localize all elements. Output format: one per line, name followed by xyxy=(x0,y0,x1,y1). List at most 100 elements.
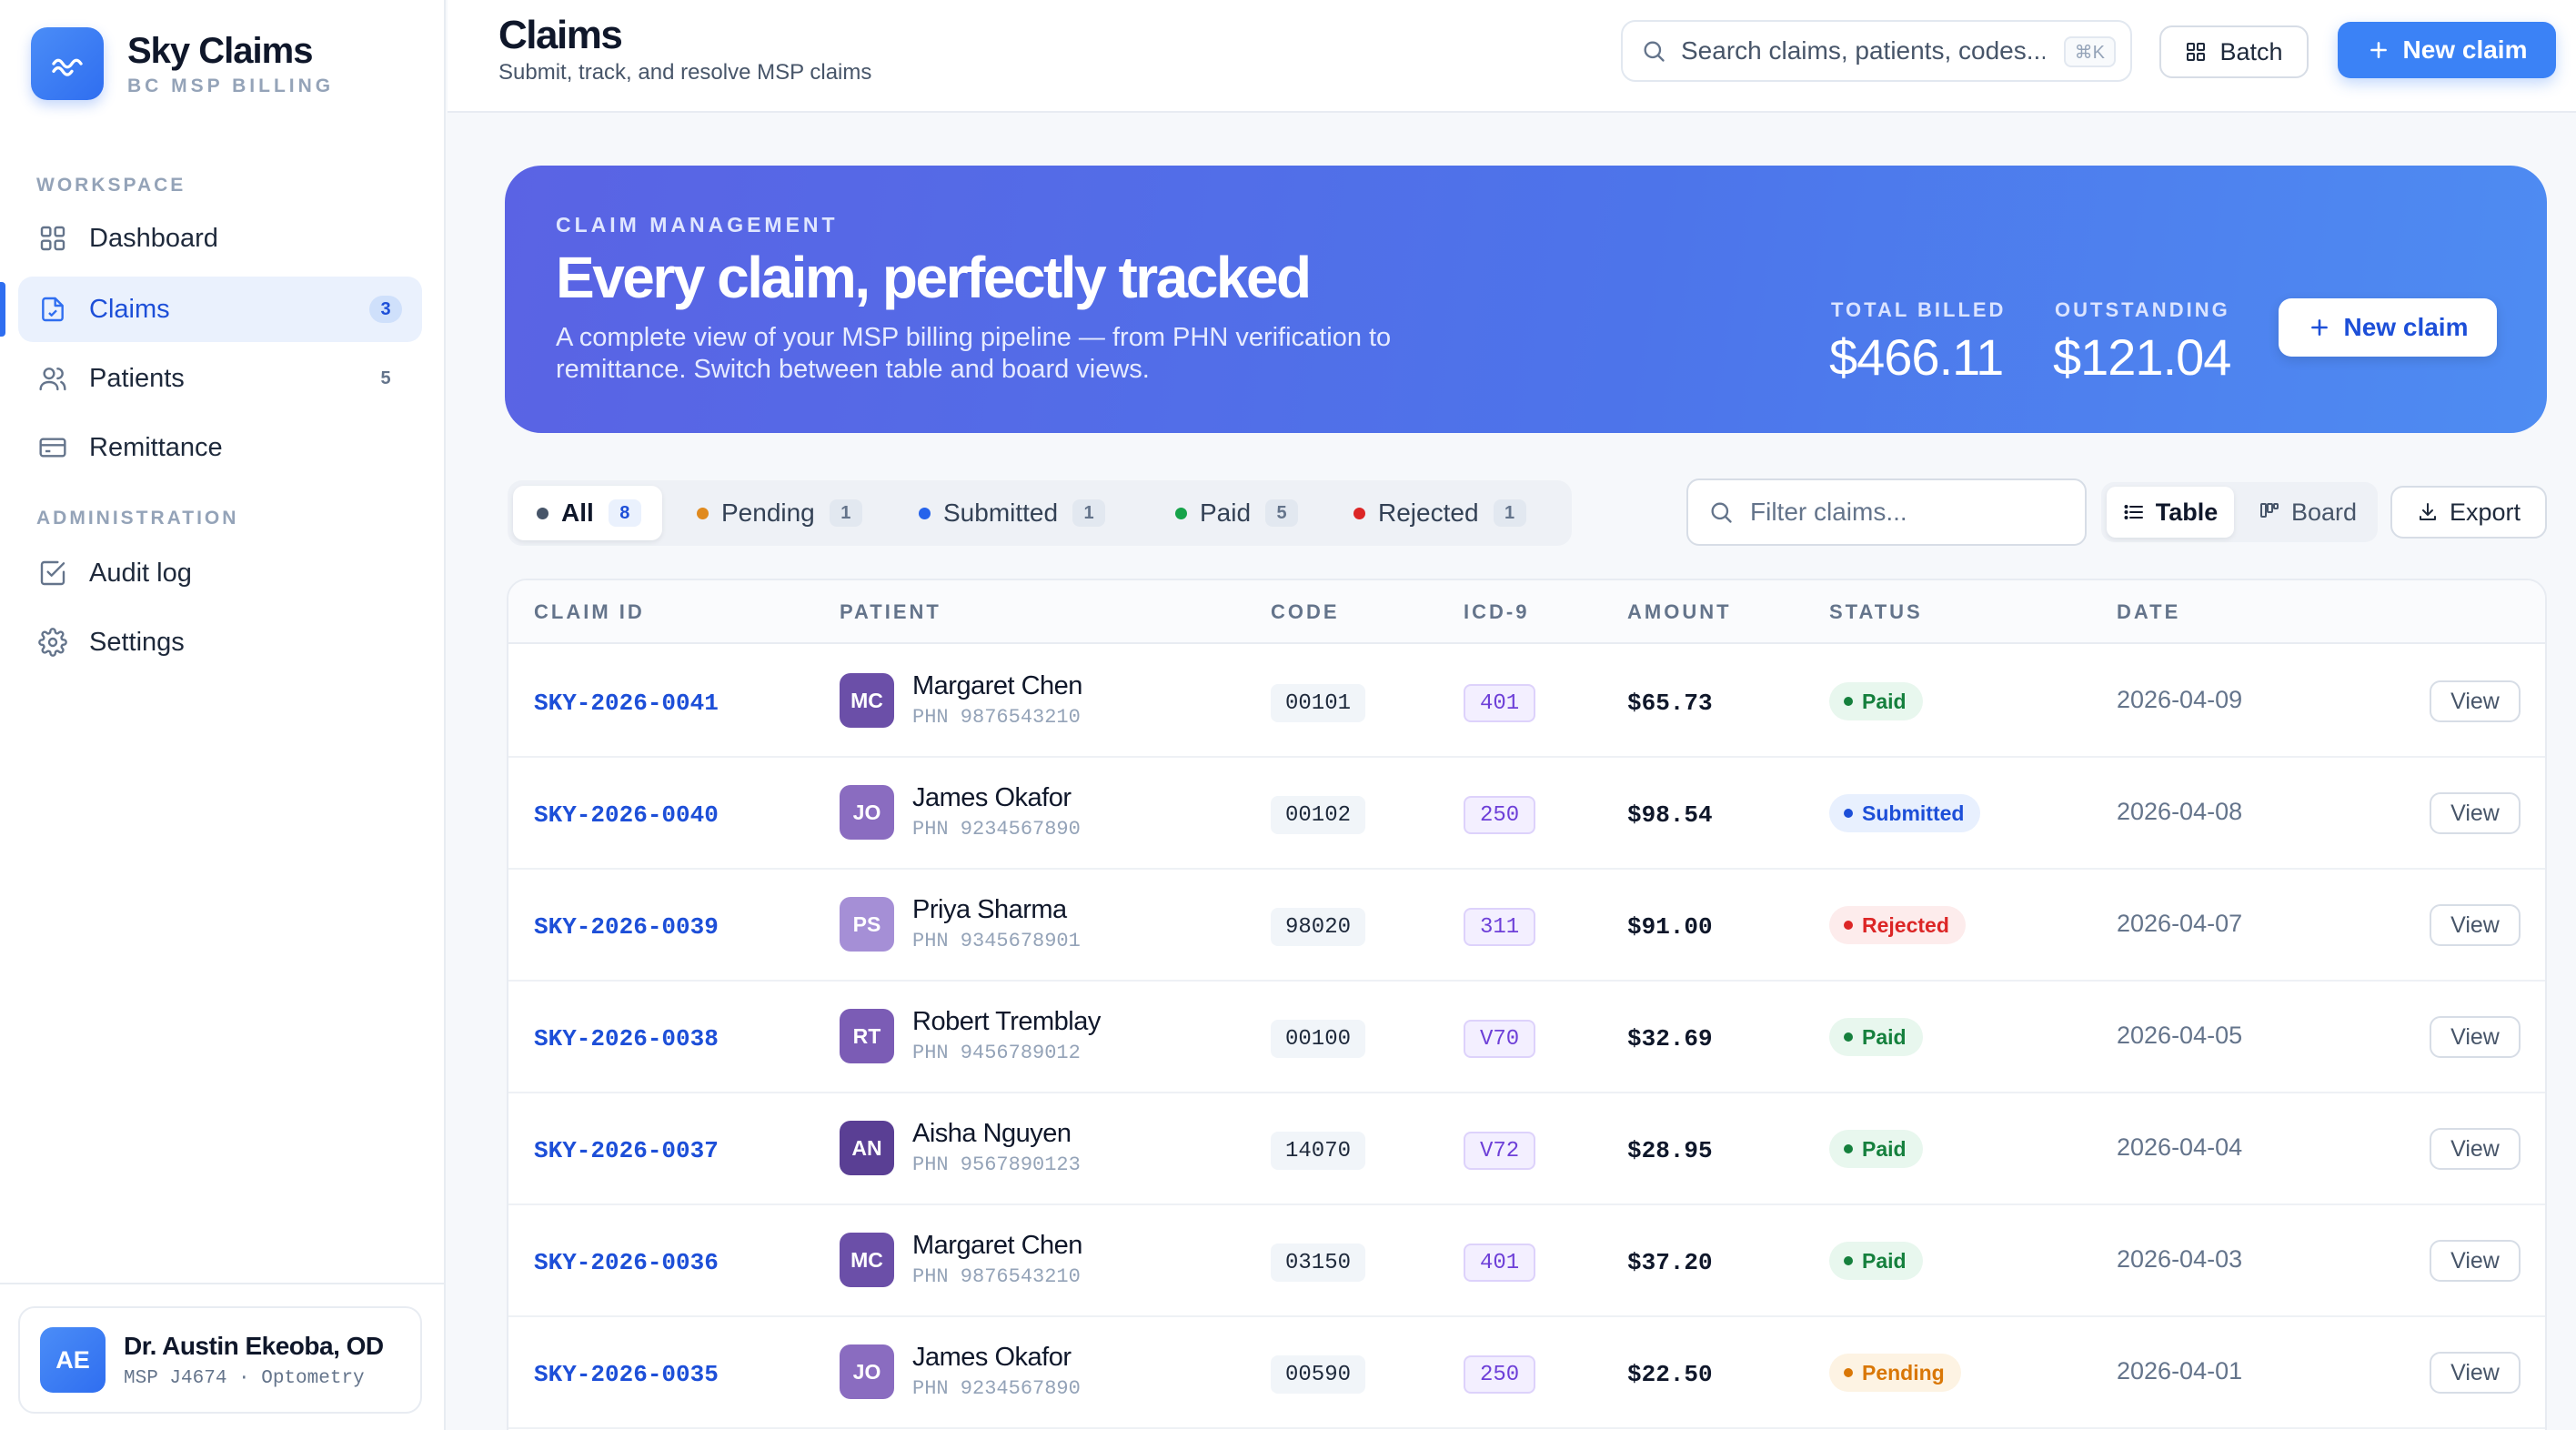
filter-claims-input[interactable]: Filter claims... xyxy=(1686,478,2087,546)
status-dot xyxy=(1353,507,1365,519)
brand-subtitle: BC MSP BILLING xyxy=(127,76,335,96)
sidebar-item-patients[interactable]: Patients 5 xyxy=(18,346,422,411)
sidebar-item-label: Remittance xyxy=(89,432,223,462)
table-row[interactable]: SKY-2026-0037 AN Aisha Nguyen PHN 956789012… xyxy=(508,1093,2545,1205)
column-header-code[interactable]: CODE xyxy=(1271,600,1340,624)
claim-amount: $91.00 xyxy=(1627,913,1713,941)
tab-label: Paid xyxy=(1200,498,1252,527)
patient-avatar: MC xyxy=(840,673,894,728)
view-claim-button[interactable]: View xyxy=(2430,792,2521,834)
claim-id-link[interactable]: SKY-2026-0038 xyxy=(534,1025,719,1052)
patient-avatar: MC xyxy=(840,1233,894,1287)
hero-button-label: New claim xyxy=(2343,313,2469,341)
patient-phn: PHN 9456789012 xyxy=(912,1042,1081,1064)
patient-phn: PHN 9876543210 xyxy=(912,706,1081,729)
outstanding-label: OUTSTANDING xyxy=(2055,298,2230,321)
column-header-date[interactable]: DATE xyxy=(2117,600,2180,624)
active-indicator xyxy=(0,282,5,337)
column-header-amount[interactable]: AMOUNT xyxy=(1627,600,1732,624)
billing-code: 14070 xyxy=(1271,1132,1366,1170)
grid-icon xyxy=(2185,41,2207,63)
claim-date: 2026-04-07 xyxy=(2117,910,2243,937)
batch-button[interactable]: Batch xyxy=(2159,25,2309,78)
hero-title: Every claim, perfectly tracked xyxy=(556,245,1312,310)
section-label-workspace: WORKSPACE xyxy=(36,175,186,196)
user-meta: MSP J4674 · Optometry xyxy=(124,1367,365,1389)
status-dot xyxy=(1844,1032,1853,1042)
view-board-button[interactable]: Board xyxy=(2241,487,2374,538)
view-claim-button[interactable]: View xyxy=(2430,680,2521,722)
patient-name: Margaret Chen xyxy=(912,1231,1082,1260)
icd-code: 311 xyxy=(1464,908,1536,946)
claim-id-link[interactable]: SKY-2026-0037 xyxy=(534,1137,719,1164)
status-dot xyxy=(1844,1144,1853,1153)
view-table-button[interactable]: Table xyxy=(2107,487,2234,538)
view-claim-button[interactable]: View xyxy=(2430,1016,2521,1058)
download-icon xyxy=(2417,501,2439,523)
status-badge: Paid xyxy=(1829,1242,1923,1280)
claim-id-link[interactable]: SKY-2026-0036 xyxy=(534,1249,719,1276)
claim-date: 2026-04-03 xyxy=(2117,1245,2243,1273)
status-badge: Submitted xyxy=(1829,794,1981,832)
view-claim-button[interactable]: View xyxy=(2430,904,2521,946)
header-new-claim-button[interactable]: New claim xyxy=(2338,22,2556,78)
status-dot xyxy=(1844,809,1853,818)
table-row[interactable]: SKY-2026-0040 JO James Okafor PHN 923456789… xyxy=(508,758,2545,870)
patient-phn: PHN 9234567890 xyxy=(912,818,1081,841)
claims-table: CLAIM ID PATIENT CODE ICD-9 AMOUNT STATU… xyxy=(507,579,2547,1430)
hero-banner: CLAIM MANAGEMENT Every claim, perfectly … xyxy=(505,166,2547,433)
tab-label: All xyxy=(561,498,594,527)
billing-code: 03150 xyxy=(1271,1244,1366,1282)
claim-id-link[interactable]: SKY-2026-0040 xyxy=(534,801,719,829)
sidebar-item-label: Dashboard xyxy=(89,223,218,253)
claim-id-link[interactable]: SKY-2026-0041 xyxy=(534,690,719,717)
tab-label: Submitted xyxy=(943,498,1059,527)
search-shortcut: ⌘K xyxy=(2063,36,2116,67)
tab-rejected[interactable]: Rejected 1 xyxy=(1330,486,1566,540)
hero-eyebrow: CLAIM MANAGEMENT xyxy=(556,213,839,237)
table-row[interactable]: SKY-2026-0038 RT Robert Tremblay PHN 945678… xyxy=(508,982,2545,1093)
global-search-input[interactable]: Search claims, patients, codes... ⌘K xyxy=(1621,20,2132,82)
tab-paid[interactable]: Paid 5 xyxy=(1152,486,1319,540)
sidebar-item-label: Settings xyxy=(89,627,185,657)
column-header-patient[interactable]: PATIENT xyxy=(840,600,941,624)
tab-pending[interactable]: Pending 1 xyxy=(673,486,884,540)
column-header-claim-id[interactable]: CLAIM ID xyxy=(534,600,645,624)
new-claim-label: New claim xyxy=(2402,35,2528,64)
hero-new-claim-button[interactable]: New claim xyxy=(2279,298,2497,357)
sidebar-item-claims[interactable]: Claims 3 xyxy=(18,277,422,342)
sidebar-item-remittance[interactable]: Remittance xyxy=(18,415,422,480)
tab-label: Rejected xyxy=(1378,498,1479,527)
column-header-status[interactable]: STATUS xyxy=(1829,600,1923,624)
tab-all[interactable]: All 8 xyxy=(513,486,662,540)
sidebar-item-audit-log[interactable]: Audit log xyxy=(18,540,422,606)
tab-submitted[interactable]: Submitted 1 xyxy=(895,486,1141,540)
table-row[interactable]: SKY-2026-0041 MC Margaret Chen PHN 98765432… xyxy=(508,646,2545,758)
users-icon xyxy=(36,362,69,395)
search-placeholder: Search claims, patients, codes... xyxy=(1681,36,2045,65)
export-button[interactable]: Export xyxy=(2390,486,2547,539)
claim-date: 2026-04-01 xyxy=(2117,1357,2243,1385)
icd-code: 250 xyxy=(1464,796,1536,834)
sidebar-item-dashboard[interactable]: Dashboard xyxy=(18,206,422,271)
list-icon xyxy=(2123,501,2145,523)
user-profile-card[interactable]: AE Dr. Austin Ekeoba, OD MSP J4674 · Opt… xyxy=(18,1306,422,1414)
status-label: Paid xyxy=(1862,1248,1907,1273)
table-row[interactable]: SKY-2026-0039 PS Priya Sharma PHN 934567890… xyxy=(508,870,2545,982)
view-claim-button[interactable]: View xyxy=(2430,1240,2521,1282)
top-header: Claims Submit, track, and resolve MSP cl… xyxy=(448,0,2576,113)
sidebar-item-settings[interactable]: Settings xyxy=(18,609,422,675)
table-row[interactable]: SKY-2026-0035 JO James Okafor PHN 923456789… xyxy=(508,1317,2545,1429)
claim-id-link[interactable]: SKY-2026-0039 xyxy=(534,913,719,941)
table-header: CLAIM ID PATIENT CODE ICD-9 AMOUNT STATU… xyxy=(508,580,2545,644)
view-claim-button[interactable]: View xyxy=(2430,1128,2521,1170)
brand[interactable]: Sky Claims BC MSP BILLING xyxy=(31,27,334,100)
status-label: Pending xyxy=(1862,1360,1945,1385)
billing-code: 00590 xyxy=(1271,1355,1366,1394)
status-badge: Rejected xyxy=(1829,906,1966,944)
claim-id-link[interactable]: SKY-2026-0035 xyxy=(534,1361,719,1388)
billing-code: 00100 xyxy=(1271,1020,1366,1058)
view-claim-button[interactable]: View xyxy=(2430,1352,2521,1394)
table-row[interactable]: SKY-2026-0036 MC Margaret Chen PHN 98765432… xyxy=(508,1205,2545,1317)
column-header-icd[interactable]: ICD-9 xyxy=(1464,600,1529,624)
